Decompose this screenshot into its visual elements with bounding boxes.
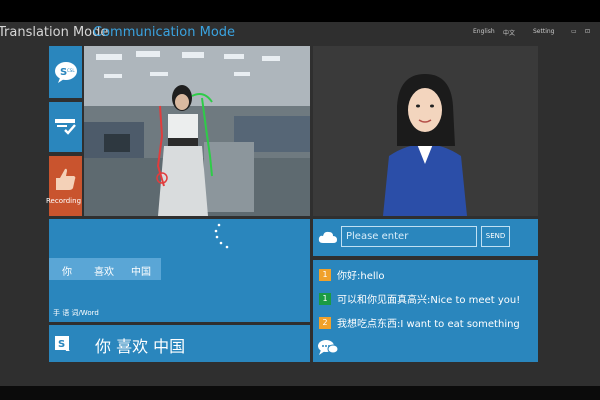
chat-message: 2 我想吃点东西:I want to eat something bbox=[319, 312, 520, 330]
language-chinese-link[interactable]: 中文 bbox=[503, 28, 515, 37]
top-bar: Translation Mode Communication Mode Engl… bbox=[0, 22, 600, 46]
chat-message: 1 可以和你见面真高兴:Nice to meet you! bbox=[319, 288, 521, 306]
svg-text:CSL: CSL bbox=[67, 68, 75, 73]
svg-text:S: S bbox=[58, 339, 65, 350]
message-text: 我想吃点东西:I want to eat something bbox=[337, 319, 520, 330]
avatar-display bbox=[313, 46, 538, 216]
word-item[interactable]: 你 bbox=[62, 263, 72, 278]
send-button[interactable]: SEND bbox=[481, 226, 510, 247]
recording-label: Recording bbox=[46, 197, 82, 205]
message-text: 你好:hello bbox=[337, 271, 385, 282]
communication-mode-tab[interactable]: Communication Mode bbox=[93, 25, 235, 40]
check-list-tile[interactable] bbox=[49, 102, 82, 152]
close-icon[interactable]: ⊡ bbox=[585, 28, 590, 35]
check-list-icon bbox=[55, 119, 76, 135]
loading-spinner-icon bbox=[214, 223, 229, 249]
bottom-border bbox=[0, 386, 600, 400]
result-sentence: 你 喜欢 中国 bbox=[95, 337, 186, 356]
chat-message: 1 你好:hello bbox=[319, 264, 385, 282]
message-text: 可以和你见面真高兴:Nice to meet you! bbox=[337, 295, 521, 306]
camera-feed bbox=[84, 46, 310, 216]
sign-sentence-icon: S bbox=[55, 336, 70, 351]
message-input-panel: SEND bbox=[313, 219, 538, 256]
recording-tile[interactable]: Recording bbox=[46, 156, 82, 216]
sign-word-panel: 你 喜欢 中国 手 语 词/Word bbox=[49, 219, 310, 322]
result-sentence-panel: S 你 喜欢 中国 bbox=[49, 325, 310, 362]
message-count-badge: 1 bbox=[319, 292, 331, 305]
language-english-link[interactable]: English bbox=[473, 28, 495, 35]
avatar bbox=[383, 74, 467, 216]
minimize-icon[interactable]: ▭ bbox=[571, 28, 577, 35]
message-count-badge: 1 bbox=[319, 268, 331, 281]
word-item[interactable]: 喜欢 bbox=[94, 263, 114, 278]
sign-language-icon: S CSL bbox=[55, 62, 77, 83]
message-input[interactable] bbox=[341, 226, 477, 247]
word-item[interactable]: 中国 bbox=[131, 263, 151, 278]
message-count-badge: 2 bbox=[319, 316, 331, 329]
sign-language-tile[interactable]: S CSL bbox=[49, 46, 82, 98]
cloud-icon bbox=[318, 231, 337, 243]
chat-history: 1 你好:hello 1 可以和你见面真高兴:Nice to meet you! 2… bbox=[313, 260, 538, 362]
word-label: 手 语 词/Word bbox=[53, 309, 99, 317]
hand-thumb-icon bbox=[56, 168, 76, 190]
chat-bubbles-icon bbox=[318, 340, 339, 355]
recognized-words: 你 喜欢 中国 bbox=[49, 258, 161, 280]
setting-link[interactable]: Setting bbox=[533, 28, 554, 35]
